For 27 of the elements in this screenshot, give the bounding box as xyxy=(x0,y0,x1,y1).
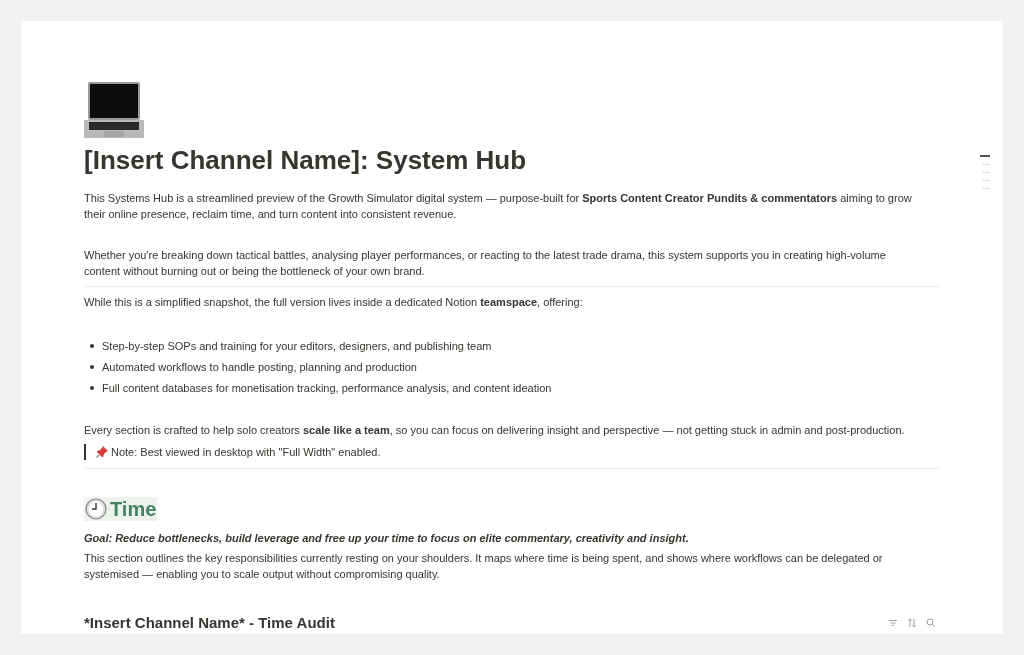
outline-mark[interactable] xyxy=(982,164,990,165)
paragraph: Whether you're breaking down tactical battles, analysing player performances, or reacting to the latest trade drama, this system supports you in creating high-volume content without burning out or being the bottleneck of your own brand. xyxy=(84,248,887,279)
bullet-icon xyxy=(90,344,94,348)
bullet-text: Full content databases for monetisation tracking, performance analysis, and content ideation xyxy=(102,381,552,396)
bullet-text: Automated workflows to handle posting, planning and production xyxy=(102,360,417,375)
clock-icon xyxy=(85,498,107,520)
laptop-icon xyxy=(84,80,144,140)
page-title: [Insert Channel Name]: System Hub xyxy=(84,144,527,176)
paragraph: While this is a simplified snapshot, the full version lives inside a dedicated Notion teamspace, offering: xyxy=(84,295,584,310)
bullet-text: Step-by-step SOPs and training for your editors, designers, and publishing team xyxy=(102,339,492,354)
paragraph: This section outlines the key responsibilities currently resting on your shoulders. It maps where time is being spent, and shows where workflows can be delegated or systemised — enabling you to scale output without compromising quality. xyxy=(84,551,884,582)
goal-text: Goal: Reduce bottlenecks, build leverage and free up your time to focus on elite commentary, creativity and insight. xyxy=(84,531,690,546)
section-heading: Time xyxy=(84,497,158,521)
outline-mark[interactable] xyxy=(980,155,990,157)
search-icon[interactable] xyxy=(926,618,936,628)
bullet-icon xyxy=(90,386,94,390)
note-text: Note: Best viewed in desktop with "Full Width" enabled. xyxy=(111,445,381,460)
outline-mark[interactable] xyxy=(982,172,990,173)
database-title: *Insert Channel Name* - Time Audit xyxy=(84,614,335,632)
sort-icon[interactable] xyxy=(907,618,917,628)
bullet-icon xyxy=(90,365,94,369)
outline-mark[interactable] xyxy=(982,180,990,181)
filter-icon[interactable] xyxy=(888,618,898,628)
pushpin-icon xyxy=(96,446,108,458)
paragraph: Every section is crafted to help solo creators scale like a team, so you can focus on delivering insight and perspective — not getting stuck in admin and post-production. xyxy=(84,423,906,438)
outline-mark[interactable] xyxy=(982,188,990,189)
paragraph: This Systems Hub is a streamlined preview of the Growth Simulator digital system — purpose-built for Sports Content Creator Pundits & commentators aiming to grow their online presence, reclaim time, and turn content into consistent revenue. xyxy=(84,191,913,222)
